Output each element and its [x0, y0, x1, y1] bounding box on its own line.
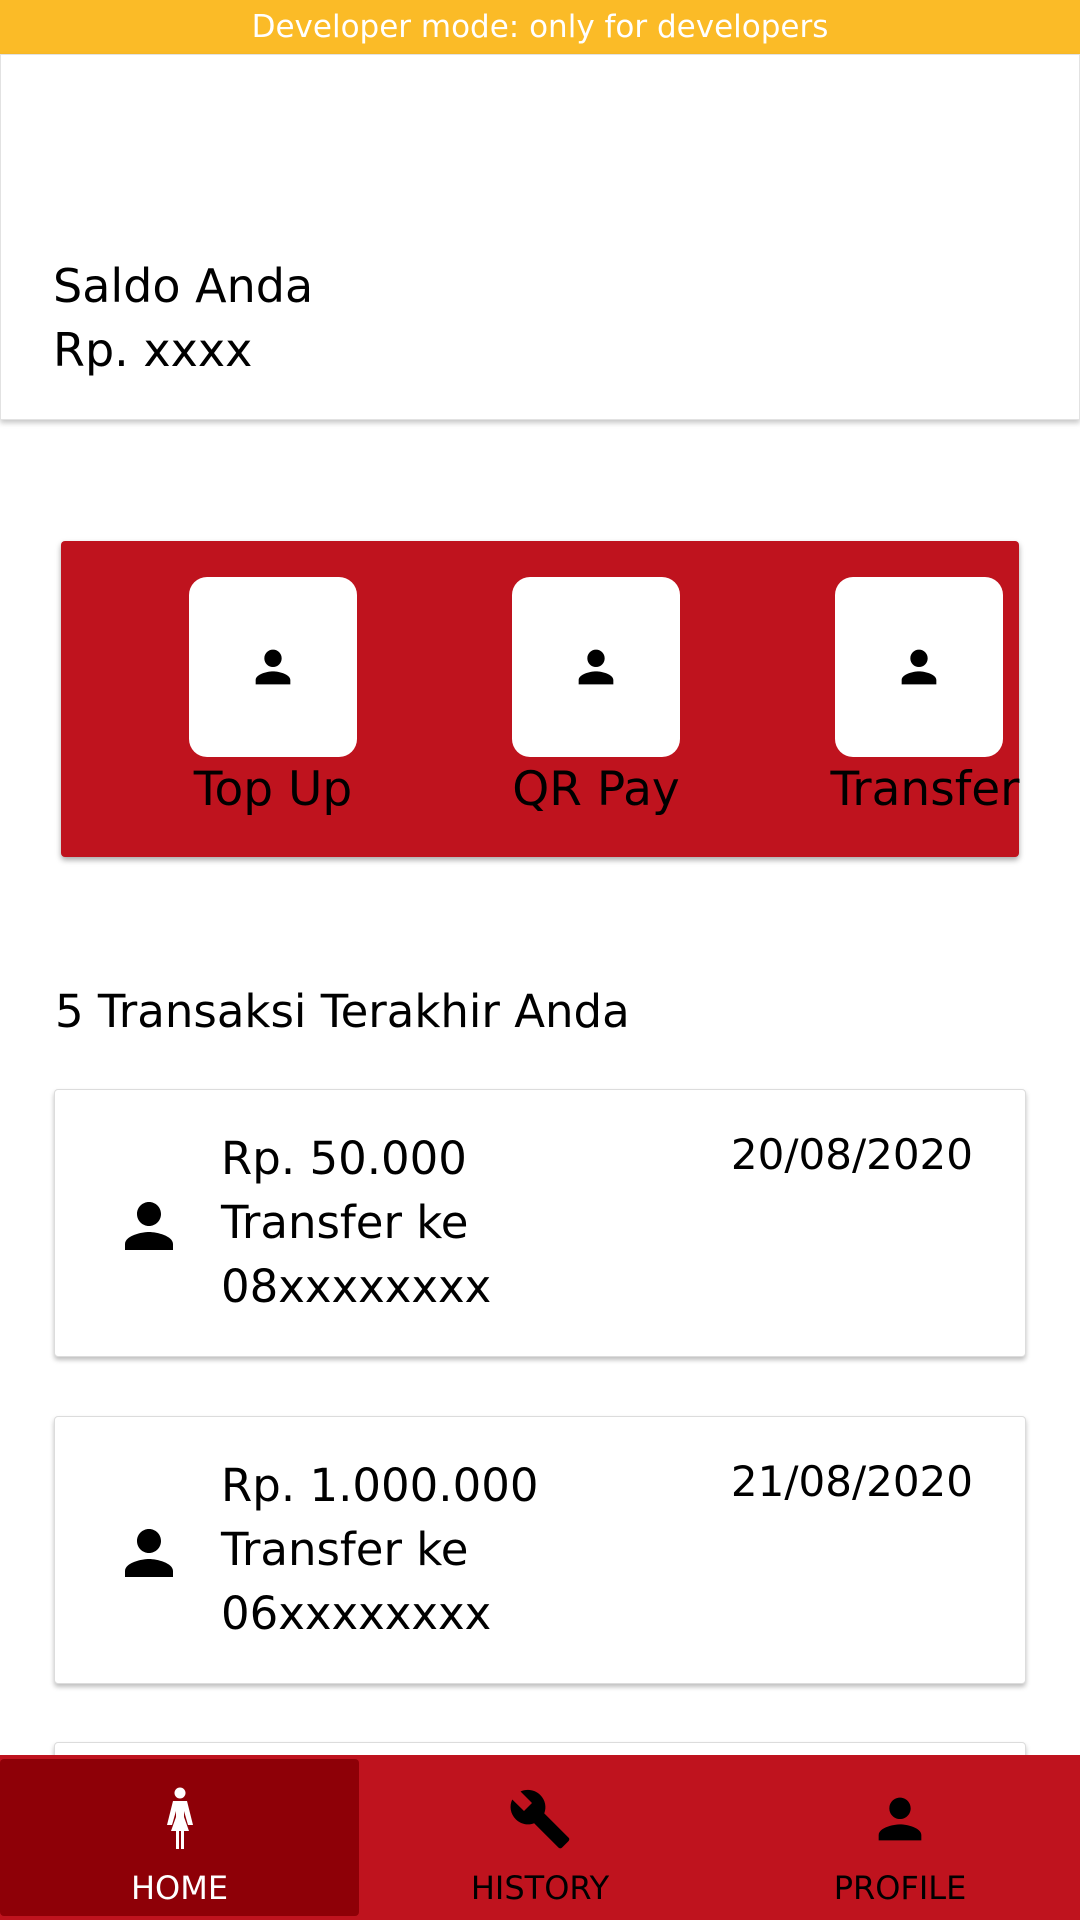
person-icon: [578, 649, 614, 685]
transfer-label: Transfer: [830, 762, 1020, 817]
developer-mode-banner: Developer mode: only for developers: [0, 0, 1080, 54]
transaction-card[interactable]: Rp. 1.000.000 Transfer ke 06xxxxxxxx 21/…: [54, 1416, 1026, 1684]
person-icon: [125, 1202, 173, 1250]
wrench-icon: [510, 1789, 570, 1849]
balance-label: Saldo Anda: [53, 259, 314, 313]
nav-home[interactable]: HOME: [0, 1759, 359, 1916]
qr-pay-label: QR Pay: [512, 762, 680, 817]
top-up-label: Top Up: [193, 762, 353, 817]
nav-history[interactable]: HISTORY: [360, 1759, 720, 1920]
transaction-description: Transfer ke: [221, 1196, 469, 1249]
transaction-date: 21/08/2020: [730, 1457, 973, 1506]
person-icon: [125, 1529, 173, 1577]
person-icon: [878, 1797, 922, 1841]
nav-profile[interactable]: PROFILE: [720, 1759, 1080, 1920]
person-icon: [901, 649, 937, 685]
nav-home-label: HOME: [130, 1869, 229, 1907]
transaction-date: 20/08/2020: [730, 1130, 973, 1179]
developer-mode-text: Developer mode: only for developers: [251, 9, 829, 45]
transaction-amount: Rp. 50.000: [221, 1132, 467, 1185]
balance-value: Rp. xxxx: [53, 323, 253, 377]
transfer-tile[interactable]: [835, 577, 1003, 757]
top-up-button[interactable]: Top Up: [161, 541, 361, 857]
transaction-description: Transfer ke: [221, 1523, 469, 1576]
top-up-tile[interactable]: [189, 577, 357, 757]
transaction-card[interactable]: Rp. 50.000 Transfer ke 08xxxxxxxx 20/08/…: [54, 1089, 1026, 1357]
transaction-account: 06xxxxxxxx: [221, 1587, 492, 1640]
transaction-amount: Rp. 1.000.000: [221, 1459, 539, 1512]
nav-profile-label: PROFILE: [833, 1869, 967, 1907]
woman-icon: [166, 1787, 193, 1849]
qr-pay-tile[interactable]: [512, 577, 680, 757]
quick-actions-panel: Top Up QR Pay Transfer: [61, 541, 1020, 857]
bottom-navigation: HOME HISTORY PROFILE: [0, 1755, 1080, 1920]
nav-history-label: HISTORY: [470, 1869, 610, 1907]
transfer-button[interactable]: Transfer: [807, 541, 1020, 857]
transaction-account: 08xxxxxxxx: [221, 1260, 492, 1313]
person-icon: [255, 649, 291, 685]
transactions-title: 5 Transaksi Terakhir Anda: [55, 985, 630, 1038]
qr-pay-button[interactable]: QR Pay: [484, 541, 684, 857]
balance-card: Saldo Anda Rp. xxxx: [0, 54, 1080, 420]
